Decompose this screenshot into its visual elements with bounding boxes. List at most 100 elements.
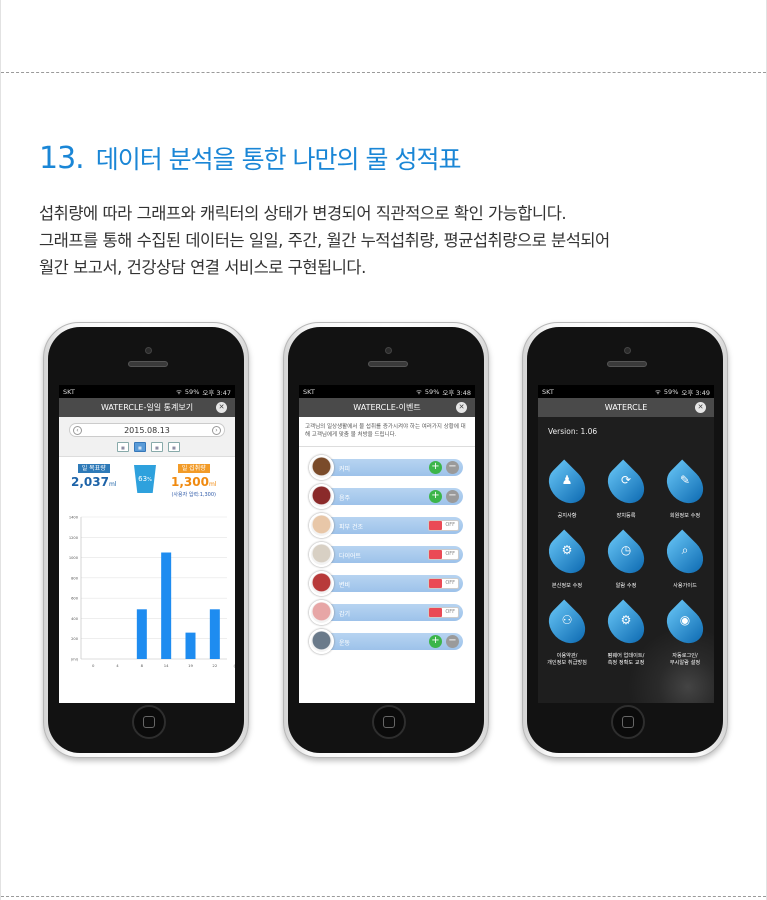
firmware-icon: ⚙ [620,613,632,627]
calendar-day-icon[interactable]: ▦ [134,442,146,452]
toggle-knob [429,521,442,530]
event-item[interactable]: 음주 + − [309,484,463,509]
date-selector: ‹ 2015.08.13 › ▦ ▦ ▦ ▦ [59,417,235,457]
event-name: 감기 [339,611,351,618]
app-header: WATERCLE-일일 통계보기 ✕ [59,398,235,417]
plus-icon[interactable]: + [429,635,442,648]
phone-menu: SKT ᯤ 59% 오후 3:49 WATERCLE ✕ Version: 1.06… [522,322,728,758]
home-button[interactable] [611,705,645,739]
menu-panel: Version: 1.06 ♟ 공지사항 ⟳ 장치등록 ✎ 회원정보 수정 ⚙ 본신정보 수정… [538,417,714,703]
y-tick-label: (ml) [71,658,79,662]
event-toggle[interactable]: OFF [428,520,459,531]
close-icon[interactable]: ✕ [456,402,467,413]
goal-value: 2,037 [71,475,109,489]
app-title: WATERCLE-이벤트 [353,403,421,412]
intake-unit: ml [208,481,217,488]
menu-label: 본신정보 수정 [551,583,583,589]
minus-icon[interactable]: − [446,490,459,503]
plus-icon[interactable]: + [429,490,442,503]
app-version: Version: 1.06 [548,427,598,436]
bar-chart: 1400 1200 1000 800 600 400 200 (ml) 0 4 8 14 19 22 (시) [69,516,235,669]
plus-icon[interactable]: + [429,461,442,474]
x-tick-label: 0 [92,663,95,668]
carrier: SKT [542,387,554,396]
event-item[interactable]: 커피 + − [309,455,463,480]
event-intro: 고객님의 일상생활에서 물 섭취를 증가시켜야 하는 여러가지 상황에 대해 고… [299,417,475,447]
home-button[interactable] [372,705,406,739]
chart-bar [161,552,172,659]
screen-events: SKT ᯤ 59% 오후 3:48 WATERCLE-이벤트 ✕ 고객님의 일상생활… [299,385,475,703]
minus-icon[interactable]: − [446,461,459,474]
section-number: 13. [39,141,85,176]
y-tick-label: 800 [71,576,79,580]
menu-label: 펌웨어 업데이트/ 측정 정확도 교정 [607,653,645,666]
goal-unit: ml [108,481,117,488]
event-thumbnail [309,542,334,567]
carrier: SKT [303,387,315,396]
app-title: WATERCLE [604,403,648,412]
calendar-icon[interactable]: ▦ [117,442,129,452]
menu-label: 회원정보 수정 [669,513,701,519]
event-toggle[interactable]: OFF [428,549,459,560]
x-tick-label: 19 [188,663,193,668]
menu-label: 사용가이드 [673,583,697,589]
wifi-icon: ᯤ [415,388,422,396]
event-name: 피부 건조 [339,524,363,531]
screen-daily-stats: SKT ᯤ 59% 오후 3:47 WATERCLE-일일 통계보기 ✕ ‹ 201… [59,385,235,703]
y-tick-label: 400 [71,617,79,621]
calendar-month-icon[interactable]: ▦ [168,442,180,452]
toggle-knob [429,579,442,588]
event-item[interactable]: 피부 건조 OFF [309,513,463,538]
edit-icon: ✎ [679,473,691,487]
event-item[interactable]: 다이어트 OFF [309,542,463,567]
x-tick-label: 22 [212,663,217,668]
event-item[interactable]: 변비 OFF [309,571,463,596]
event-name: 변비 [339,582,351,589]
event-name: 다이어트 [339,553,362,560]
event-toggle[interactable]: OFF [428,578,459,589]
x-tick-label: 14 [164,663,169,668]
clock-time: 오후 3:48 [442,388,471,397]
intake-label: 일 섭취량 [177,464,210,473]
next-date-icon[interactable]: › [212,426,221,435]
section-heading: 13. 데이터 분석을 통한 나만의 물 성적표 [39,140,462,176]
wifi-icon: ᯤ [654,388,661,396]
app-title: WATERCLE-일일 통계보기 [100,403,194,412]
carrier: SKT [63,387,75,396]
event-thumbnail [309,513,334,538]
event-thumbnail [309,600,334,625]
clock-time: 오후 3:49 [681,388,710,397]
app-header: WATERCLE-이벤트 ✕ [299,398,475,417]
intake-summary: 일 목표량 2,037ml 63% 일 섭취량 1,300ml (사용자 입력:… [59,457,235,511]
wifi-icon: ᯤ [175,388,182,396]
notice-icon: ♟ [561,473,573,487]
event-thumbnail [309,455,334,480]
close-icon[interactable]: ✕ [216,402,227,413]
event-item[interactable]: 운동 + − [309,629,463,654]
bottom-divider [1,896,766,897]
toggle-knob [429,608,442,617]
minus-icon[interactable]: − [446,635,459,648]
chart-bar [136,609,147,659]
y-tick-label: 1400 [69,516,79,520]
event-thumbnail [309,629,334,654]
event-name: 음주 [339,495,351,502]
battery-level: 59% [663,387,679,396]
intake-box: 일 섭취량 1,300ml (사용자 입력:1,300) [171,463,216,498]
prev-date-icon[interactable]: ‹ [73,426,82,435]
chart-bar [185,632,196,659]
x-tick-label: 8 [141,663,144,668]
section-title: 데이터 분석을 통한 나만의 물 성적표 [95,145,462,174]
sync-icon: ⟳ [620,473,632,487]
close-icon[interactable]: ✕ [695,402,706,413]
terms-icon: ⚇ [561,613,573,627]
event-item[interactable]: 감기 OFF [309,600,463,625]
chart-bar [209,609,220,659]
event-toggle[interactable]: OFF [428,607,459,618]
intake-note: (사용자 입력:1,300) [171,492,216,498]
desc-line-3: 월간 보고서, 건강상담 연결 서비스로 구현됩니다. [39,258,366,277]
home-button[interactable] [132,705,166,739]
section-description: 섭취량에 따라 그래프와 캐릭터의 상태가 변경되어 직관적으로 확인 가능합니… [39,200,729,281]
calendar-week-icon[interactable]: ▦ [151,442,163,452]
event-thumbnail [309,484,334,509]
